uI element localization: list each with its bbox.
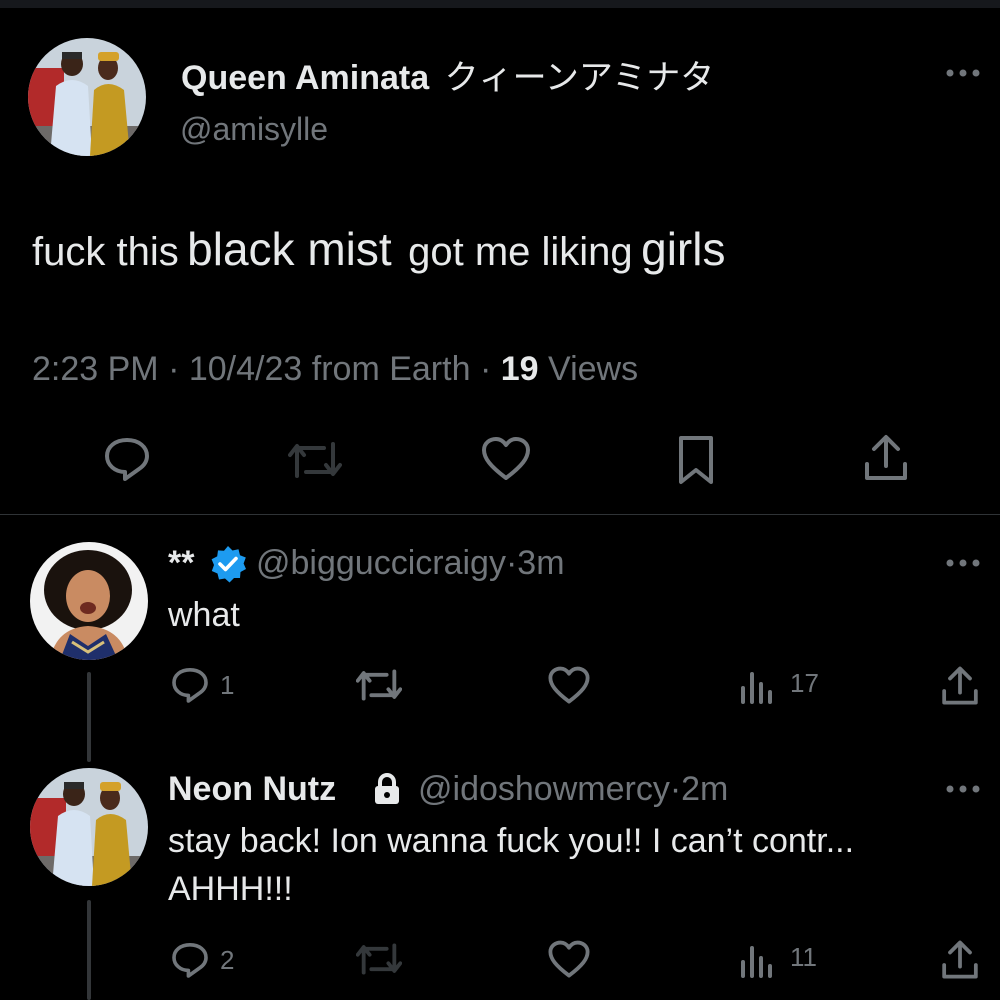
reply-icon[interactable]: [102, 434, 152, 484]
top-bar: [0, 0, 1000, 8]
more-icon[interactable]: [944, 782, 982, 796]
meta-separator: ·: [168, 350, 180, 388]
reply-2-text-line-2: AHHH!!!: [168, 870, 293, 908]
meta-separator: ·: [505, 544, 518, 582]
section-divider: [0, 514, 1000, 515]
like-icon[interactable]: [480, 436, 532, 482]
thread-line: [87, 900, 91, 1000]
reply-1-meta: @bigguccicraigy·3m: [256, 544, 565, 583]
display-name-jp: クィーンアミナタ: [444, 59, 715, 97]
reply-2-text-line-1: stay back! Ion wanna fuck you!! I can’t …: [168, 822, 855, 860]
main-tweet-text: fuck this black mist got me liking girls: [32, 222, 725, 276]
display-name-latin: Queen Aminata: [181, 59, 430, 97]
text-part-2: black mist: [187, 223, 392, 275]
views-label[interactable]: Views: [548, 350, 638, 388]
views-icon[interactable]: [738, 942, 776, 978]
reply-2-display-name[interactable]: Neon Nutz: [168, 770, 336, 809]
tweet-date[interactable]: 10/4/23: [189, 350, 302, 388]
main-handle[interactable]: @amisylle: [180, 111, 328, 148]
views-icon[interactable]: [738, 668, 776, 704]
main-avatar[interactable]: [28, 38, 146, 156]
meta-separator: ·: [669, 770, 682, 808]
tweet-time[interactable]: 2:23 PM: [32, 350, 159, 388]
share-icon[interactable]: [862, 432, 910, 484]
main-display-name[interactable]: Queen Aminata クィーンアミナタ: [181, 50, 714, 99]
retweet-icon[interactable]: [356, 940, 402, 978]
lock-icon: [372, 772, 402, 806]
reply-1-handle[interactable]: @bigguccicraigy: [256, 544, 506, 582]
reply-2-meta: @idoshowmercy·2m: [418, 770, 728, 809]
reply-2-handle[interactable]: @idoshowmercy: [418, 770, 670, 808]
bookmark-icon[interactable]: [675, 434, 717, 486]
reply-2-reply-count[interactable]: 2: [220, 945, 234, 976]
more-icon[interactable]: [944, 556, 982, 570]
tweet-source: from Earth: [311, 350, 471, 388]
reply-1-avatar[interactable]: [30, 542, 148, 660]
retweet-icon[interactable]: [288, 438, 342, 482]
reply-1-text: what: [168, 596, 240, 634]
more-icon[interactable]: [944, 66, 982, 80]
text-part-1: fuck this: [32, 230, 179, 274]
text-part-4: girls: [641, 223, 726, 275]
reply-1-reply-count[interactable]: 1: [220, 670, 234, 701]
like-icon[interactable]: [547, 940, 591, 979]
like-icon[interactable]: [547, 666, 591, 705]
reply-1-header: **: [168, 544, 194, 583]
views-count[interactable]: 19: [501, 350, 539, 388]
reply-2-avatar[interactable]: [30, 768, 148, 886]
share-icon[interactable]: [940, 664, 980, 708]
share-icon[interactable]: [940, 938, 980, 982]
verified-icon: [209, 545, 247, 583]
text-part-3: got me liking: [408, 230, 633, 274]
retweet-icon[interactable]: [356, 666, 402, 704]
meta-separator: ·: [479, 350, 492, 388]
thread-line: [87, 672, 91, 762]
reply-2-view-count[interactable]: 11: [790, 942, 817, 973]
reply-1-age[interactable]: 3m: [517, 544, 564, 582]
reply-1-view-count[interactable]: 17: [790, 668, 819, 699]
reply-1-display-name[interactable]: **: [168, 544, 194, 582]
reply-2-age[interactable]: 2m: [681, 770, 728, 808]
reply-icon[interactable]: [170, 940, 210, 980]
reply-icon[interactable]: [170, 665, 210, 705]
tweet-metadata: 2:23 PM · 10/4/23 from Earth · 19 Views: [32, 350, 638, 389]
